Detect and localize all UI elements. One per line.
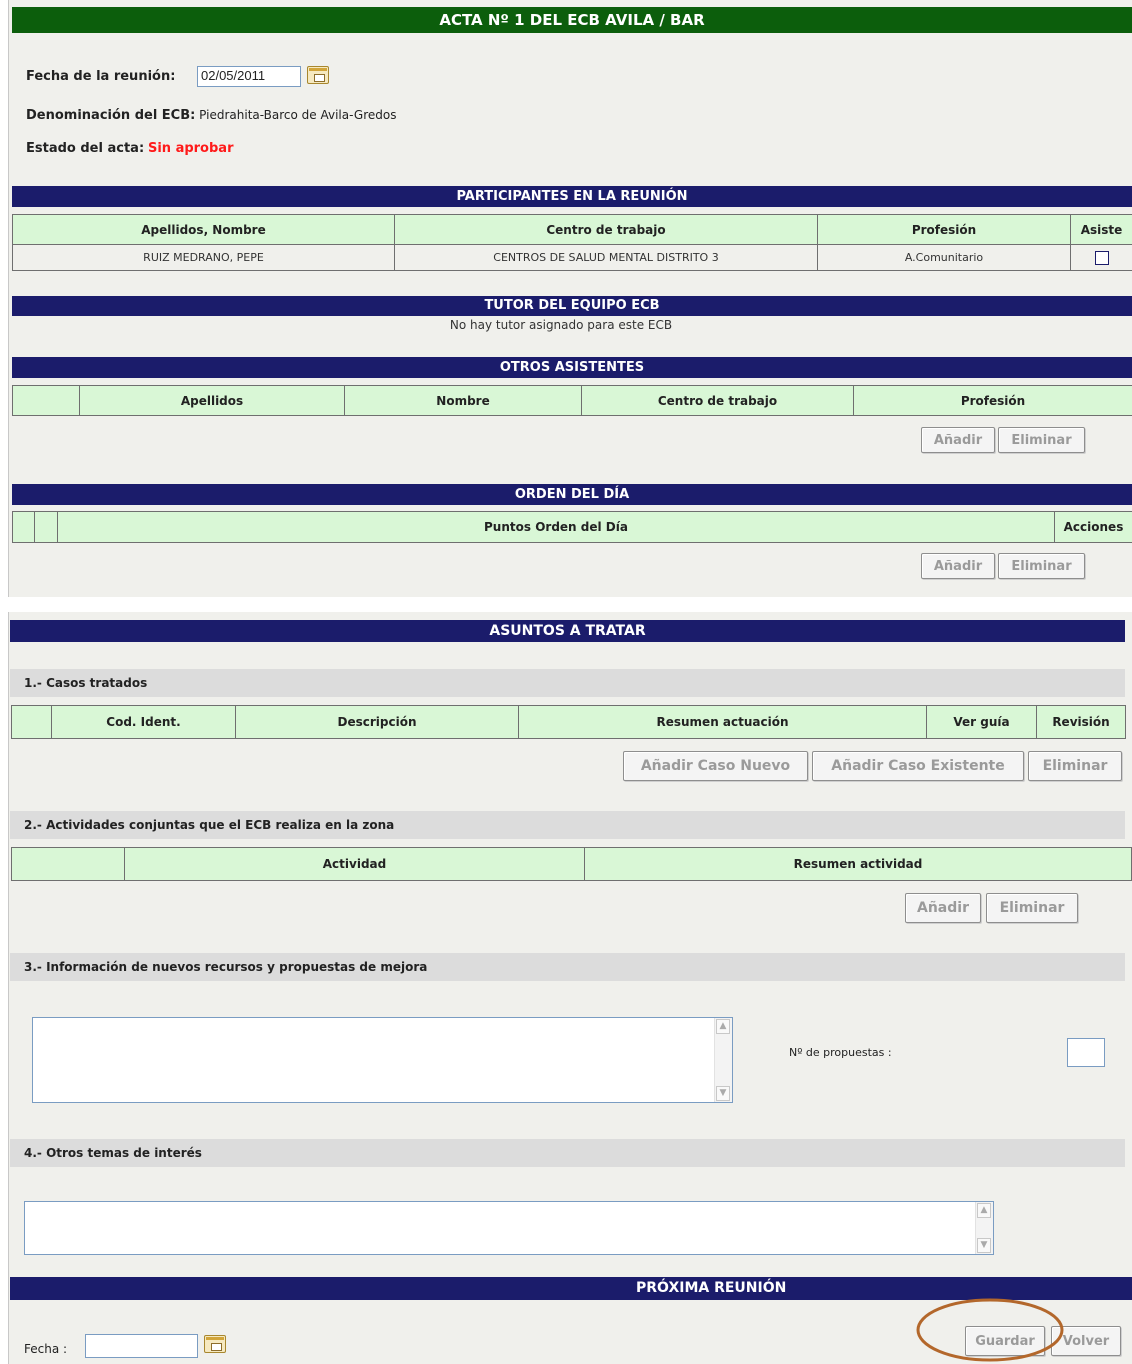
col-acciones: Acciones (1054, 511, 1132, 543)
col-nombre: Nombre (344, 385, 582, 416)
col-asiste: Asiste (1070, 214, 1132, 245)
meeting-date-label: Fecha de la reunión: (26, 69, 176, 84)
participant-centro: CENTROS DE SALUD MENTAL DISTRITO 3 (394, 244, 818, 271)
col-actividad: Actividad (124, 847, 585, 881)
col-select (12, 511, 35, 543)
propuestas-label: Nº de propuestas : (789, 1046, 892, 1059)
highlight-circle (916, 1298, 1064, 1362)
propuestas-input[interactable] (1067, 1038, 1105, 1067)
actividades-table: Actividad Resumen actividad (11, 847, 1132, 881)
participant-profesion: A.Comunitario (817, 244, 1071, 271)
participants-header: PARTICIPANTES EN LA REUNIÓN (12, 186, 1132, 207)
otros-temas-textarea[interactable]: ▲ ▼ (24, 1201, 994, 1255)
recursos-section-title: 3.- Información de nuevos recursos y pro… (10, 953, 1125, 981)
otros-temas-scrollbar[interactable]: ▲ ▼ (975, 1202, 993, 1254)
scroll-down-icon[interactable]: ▼ (716, 1086, 730, 1101)
asiste-checkbox[interactable] (1094, 250, 1109, 265)
ecb-value: Piedrahita-Barco de Avila-Gredos (199, 108, 397, 122)
col-profesion: Profesión (853, 385, 1132, 416)
delete-actividad-button[interactable]: Eliminar (986, 893, 1078, 923)
delete-orden-button[interactable]: Eliminar (998, 553, 1085, 579)
col-cod-ident: Cod. Ident. (51, 705, 236, 739)
orden-dia-header: ORDEN DEL DÍA (12, 484, 1132, 505)
col-select (11, 705, 52, 739)
add-orden-button[interactable]: Añadir (921, 553, 995, 579)
table-row: RUIZ MEDRANO, PEPE CENTROS DE SALUD MENT… (12, 244, 1132, 271)
otros-asistentes-table: Apellidos Nombre Centro de trabajo Profe… (12, 385, 1132, 416)
scroll-down-icon[interactable]: ▼ (977, 1238, 991, 1253)
col-resumen-actuacion: Resumen actuación (518, 705, 927, 739)
col-revision: Revisión (1036, 705, 1126, 739)
add-asistente-button[interactable]: Añadir (921, 427, 995, 453)
recursos-textarea[interactable]: ▲ ▼ (32, 1017, 733, 1103)
proxima-fecha-input[interactable] (85, 1334, 198, 1358)
calendar-icon[interactable] (204, 1335, 226, 1353)
otros-asistentes-header: OTROS ASISTENTES (12, 357, 1132, 378)
col-apellidos: Apellidos (79, 385, 345, 416)
col-apellidos-nombre: Apellidos, Nombre (12, 214, 395, 245)
orden-dia-table: Puntos Orden del Día Acciones (12, 511, 1132, 543)
casos-section-title: 1.- Casos tratados (10, 669, 1125, 697)
actividades-section-title: 2.- Actividades conjuntas que el ECB rea… (10, 811, 1125, 839)
col-profesion: Profesión (817, 214, 1071, 245)
otros-temas-section-title: 4.- Otros temas de interés (10, 1139, 1125, 1167)
delete-case-button[interactable]: Eliminar (1028, 751, 1122, 781)
recursos-scrollbar[interactable]: ▲ ▼ (714, 1018, 732, 1102)
status-label: Estado del acta: (26, 141, 145, 156)
col-puntos: Puntos Orden del Día (57, 511, 1055, 543)
participants-table: Apellidos, Nombre Centro de trabajo Prof… (12, 214, 1132, 271)
col-select (11, 847, 125, 881)
page-title: ACTA Nº 1 DEL ECB AVILA / BAR (12, 7, 1132, 33)
participant-asiste-cell (1070, 244, 1132, 271)
tutor-message: No hay tutor asignado para este ECB (449, 318, 673, 332)
status-row: Estado del acta: Sin aprobar (26, 141, 233, 156)
casos-table: Cod. Ident. Descripción Resumen actuació… (11, 705, 1126, 739)
col-centro-trabajo: Centro de trabajo (394, 214, 818, 245)
col-descripcion: Descripción (235, 705, 519, 739)
delete-asistente-button[interactable]: Eliminar (998, 427, 1085, 453)
ecb-row: Denominación del ECB: Piedrahita-Barco d… (26, 108, 396, 123)
proxima-fecha-label: Fecha : (24, 1342, 68, 1356)
participant-name: RUIZ MEDRANO, PEPE (12, 244, 395, 271)
col-select (12, 385, 80, 416)
add-actividad-button[interactable]: Añadir (905, 893, 981, 923)
add-existing-case-button[interactable]: Añadir Caso Existente (812, 751, 1024, 781)
add-new-case-button[interactable]: Añadir Caso Nuevo (623, 751, 808, 781)
scroll-up-icon[interactable]: ▲ (716, 1019, 730, 1034)
meeting-date-input[interactable]: 02/05/2011 (197, 66, 301, 87)
status-value: Sin aprobar (147, 141, 234, 156)
scroll-up-icon[interactable]: ▲ (977, 1203, 991, 1218)
col-resumen-actividad: Resumen actividad (584, 847, 1132, 881)
tutor-header: TUTOR DEL EQUIPO ECB (12, 296, 1132, 316)
calendar-icon[interactable] (307, 66, 329, 84)
ecb-label: Denominación del ECB: (26, 108, 196, 123)
asuntos-header: ASUNTOS A TRATAR (10, 620, 1125, 642)
col-centro-trabajo: Centro de trabajo (581, 385, 854, 416)
col-ver-guia: Ver guía (926, 705, 1037, 739)
col-order (34, 511, 58, 543)
